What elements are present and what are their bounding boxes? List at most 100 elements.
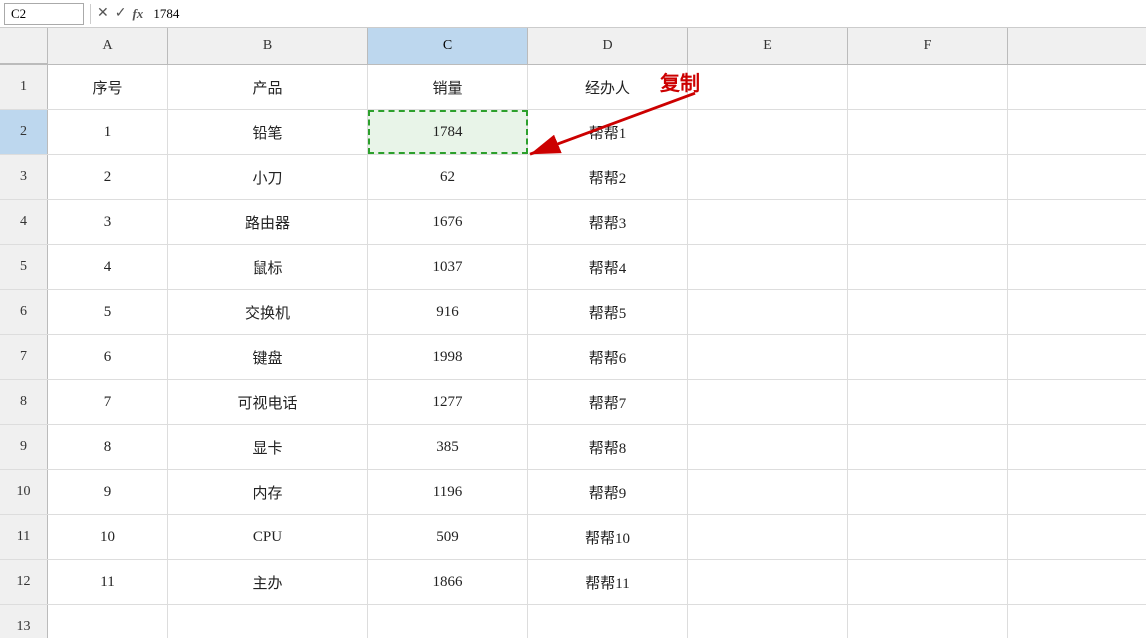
cell-d6[interactable]: 帮帮5 (528, 290, 688, 334)
cell-d11[interactable]: 帮帮10 (528, 515, 688, 559)
cell-b12[interactable]: 主办 (168, 560, 368, 604)
cell-e13[interactable] (688, 605, 848, 638)
cell-f10[interactable] (848, 470, 1008, 514)
cell-d9[interactable]: 帮帮8 (528, 425, 688, 469)
cell-d5[interactable]: 帮帮4 (528, 245, 688, 289)
col-header-f[interactable]: F (848, 28, 1008, 64)
cell-b4[interactable]: 路由器 (168, 200, 368, 244)
cell-e8[interactable] (688, 380, 848, 424)
col-header-b[interactable]: B (168, 28, 368, 64)
confirm-icon[interactable]: ✓ (115, 5, 127, 22)
cell-c4[interactable]: 1676 (368, 200, 528, 244)
cell-e7[interactable] (688, 335, 848, 379)
cell-f12[interactable] (848, 560, 1008, 604)
cell-a9[interactable]: 8 (48, 425, 168, 469)
cell-a7[interactable]: 6 (48, 335, 168, 379)
cell-f11[interactable] (848, 515, 1008, 559)
cell-a4[interactable]: 3 (48, 200, 168, 244)
cell-f7[interactable] (848, 335, 1008, 379)
cell-d12[interactable]: 帮帮11 (528, 560, 688, 604)
cell-f2[interactable] (848, 110, 1008, 154)
table-row: 1 序号 产品 销量 经办人 (0, 65, 1146, 110)
cell-d2[interactable]: 帮帮1 (528, 110, 688, 154)
cell-e3[interactable] (688, 155, 848, 199)
cell-a1[interactable]: 序号 (48, 65, 168, 109)
cell-a10[interactable]: 9 (48, 470, 168, 514)
cell-f9[interactable] (848, 425, 1008, 469)
corner-cell (0, 28, 48, 64)
cell-b11[interactable]: CPU (168, 515, 368, 559)
cell-e4[interactable] (688, 200, 848, 244)
cell-b3[interactable]: 小刀 (168, 155, 368, 199)
cell-c5[interactable]: 1037 (368, 245, 528, 289)
table-row: 2 1 铅笔 1784 帮帮1 (0, 110, 1146, 155)
cell-e6[interactable] (688, 290, 848, 334)
cell-a8[interactable]: 7 (48, 380, 168, 424)
cell-c6[interactable]: 916 (368, 290, 528, 334)
cell-f13[interactable] (848, 605, 1008, 638)
cell-e2[interactable] (688, 110, 848, 154)
cell-a13[interactable] (48, 605, 168, 638)
row-num-10: 10 (0, 470, 48, 514)
table-row: 12 11 主办 1866 帮帮11 (0, 560, 1146, 605)
cell-a12[interactable]: 11 (48, 560, 168, 604)
table-row: 8 7 可视电话 1277 帮帮7 (0, 380, 1146, 425)
table-row: 10 9 内存 1196 帮帮9 (0, 470, 1146, 515)
cell-c10[interactable]: 1196 (368, 470, 528, 514)
cell-b2[interactable]: 铅笔 (168, 110, 368, 154)
cell-e9[interactable] (688, 425, 848, 469)
cell-c7[interactable]: 1998 (368, 335, 528, 379)
column-headers: A B C D E F (0, 28, 1146, 65)
cell-d13[interactable] (528, 605, 688, 638)
cell-b6[interactable]: 交换机 (168, 290, 368, 334)
cell-f1[interactable] (848, 65, 1008, 109)
spreadsheet: A B C D E F 1 序号 产品 销量 经办人 2 1 铅笔 1784 帮… (0, 28, 1146, 638)
cell-a11[interactable]: 10 (48, 515, 168, 559)
cell-c8[interactable]: 1277 (368, 380, 528, 424)
cell-f3[interactable] (848, 155, 1008, 199)
col-header-d[interactable]: D (528, 28, 688, 64)
cell-d3[interactable]: 帮帮2 (528, 155, 688, 199)
cell-b8[interactable]: 可视电话 (168, 380, 368, 424)
cell-c9[interactable]: 385 (368, 425, 528, 469)
cell-c3[interactable]: 62 (368, 155, 528, 199)
cell-d4[interactable]: 帮帮3 (528, 200, 688, 244)
cell-c2[interactable]: 1784 (368, 110, 528, 154)
cell-a5[interactable]: 4 (48, 245, 168, 289)
table-row: 7 6 键盘 1998 帮帮6 (0, 335, 1146, 380)
cell-e5[interactable] (688, 245, 848, 289)
cell-d7[interactable]: 帮帮6 (528, 335, 688, 379)
cell-e10[interactable] (688, 470, 848, 514)
col-header-e[interactable]: E (688, 28, 848, 64)
cell-c12[interactable]: 1866 (368, 560, 528, 604)
table-row: 11 10 CPU 509 帮帮10 (0, 515, 1146, 560)
cell-f6[interactable] (848, 290, 1008, 334)
cell-name-box[interactable]: C2 (4, 3, 84, 25)
cell-c11[interactable]: 509 (368, 515, 528, 559)
cell-b10[interactable]: 内存 (168, 470, 368, 514)
cell-f5[interactable] (848, 245, 1008, 289)
cell-d1[interactable]: 经办人 (528, 65, 688, 109)
cell-b7[interactable]: 键盘 (168, 335, 368, 379)
cell-e11[interactable] (688, 515, 848, 559)
cell-c13[interactable] (368, 605, 528, 638)
cell-a2[interactable]: 1 (48, 110, 168, 154)
cell-c1[interactable]: 销量 (368, 65, 528, 109)
cell-f4[interactable] (848, 200, 1008, 244)
cell-b9[interactable]: 显卡 (168, 425, 368, 469)
cell-a6[interactable]: 5 (48, 290, 168, 334)
col-header-a[interactable]: A (48, 28, 168, 64)
fx-icon[interactable]: fx (132, 6, 143, 22)
cell-e12[interactable] (688, 560, 848, 604)
cell-b13[interactable] (168, 605, 368, 638)
cell-a3[interactable]: 2 (48, 155, 168, 199)
cell-b5[interactable]: 鼠标 (168, 245, 368, 289)
cell-f8[interactable] (848, 380, 1008, 424)
cancel-icon[interactable]: ✕ (97, 5, 109, 22)
formula-input[interactable] (147, 6, 1142, 22)
cell-b1[interactable]: 产品 (168, 65, 368, 109)
cell-d8[interactable]: 帮帮7 (528, 380, 688, 424)
col-header-c[interactable]: C (368, 28, 528, 64)
cell-d10[interactable]: 帮帮9 (528, 470, 688, 514)
cell-e1[interactable] (688, 65, 848, 109)
